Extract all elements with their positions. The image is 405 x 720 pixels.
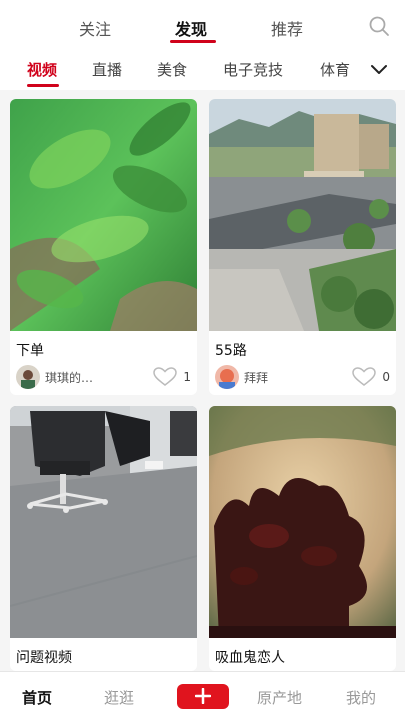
- active-category-indicator: [27, 84, 59, 87]
- category-esports[interactable]: 电子竞技: [223, 59, 283, 80]
- video-thumbnail[interactable]: [209, 99, 396, 331]
- video-card[interactable]: 下单 琪琪的… 1: [10, 99, 197, 395]
- author-name: 琪琪的…: [45, 371, 94, 385]
- avatar: [215, 365, 239, 389]
- add-button[interactable]: [177, 684, 229, 709]
- category-video[interactable]: 视频: [27, 59, 57, 80]
- author-name: 拜拜: [244, 371, 269, 385]
- video-title: 55路: [215, 343, 247, 359]
- video-card[interactable]: 55路 拜拜 0: [209, 99, 396, 395]
- search-icon: [369, 16, 389, 36]
- chevron-down-icon: [371, 65, 387, 74]
- nav-browse[interactable]: 逛逛: [104, 687, 134, 708]
- heart-icon: [153, 367, 177, 386]
- tab-discover[interactable]: 发现: [175, 16, 207, 40]
- tab-recommend[interactable]: 推荐: [271, 16, 303, 40]
- category-live[interactable]: 直播: [92, 59, 122, 80]
- more-categories-button[interactable]: [368, 58, 390, 80]
- video-title: 下单: [16, 343, 44, 359]
- video-title: 吸血鬼恋人: [215, 650, 285, 666]
- author-info[interactable]: 拜拜: [215, 365, 335, 389]
- video-thumbnail[interactable]: [10, 406, 197, 638]
- category-sports[interactable]: 体育: [320, 59, 350, 80]
- bottom-nav: 首页 逛逛 原产地 我的: [0, 671, 405, 720]
- category-bar: 视频 直播 美食 电子竞技 体育: [0, 46, 405, 90]
- plus-icon: [195, 688, 211, 704]
- video-thumbnail[interactable]: [10, 99, 197, 331]
- like-count: 0: [382, 370, 390, 384]
- video-title: 问题视频: [16, 650, 72, 666]
- avatar: [16, 365, 40, 389]
- like-count: 1: [183, 370, 191, 384]
- video-thumbnail[interactable]: [209, 406, 396, 638]
- search-button[interactable]: [368, 15, 390, 37]
- nav-mine[interactable]: 我的: [346, 687, 376, 708]
- nav-home[interactable]: 首页: [22, 687, 52, 708]
- video-card[interactable]: 问题视频: [10, 406, 197, 671]
- author-info[interactable]: 琪琪的…: [16, 365, 136, 389]
- like-button[interactable]: 0: [340, 367, 390, 387]
- category-food[interactable]: 美食: [157, 59, 187, 80]
- heart-icon: [352, 367, 376, 386]
- active-tab-indicator: [170, 40, 216, 43]
- top-tab-bar: 关注 发现 推荐: [0, 0, 405, 46]
- nav-origin[interactable]: 原产地: [257, 687, 302, 708]
- like-button[interactable]: 1: [141, 367, 191, 387]
- video-card[interactable]: 吸血鬼恋人: [209, 406, 396, 671]
- tab-follow[interactable]: 关注: [79, 16, 111, 40]
